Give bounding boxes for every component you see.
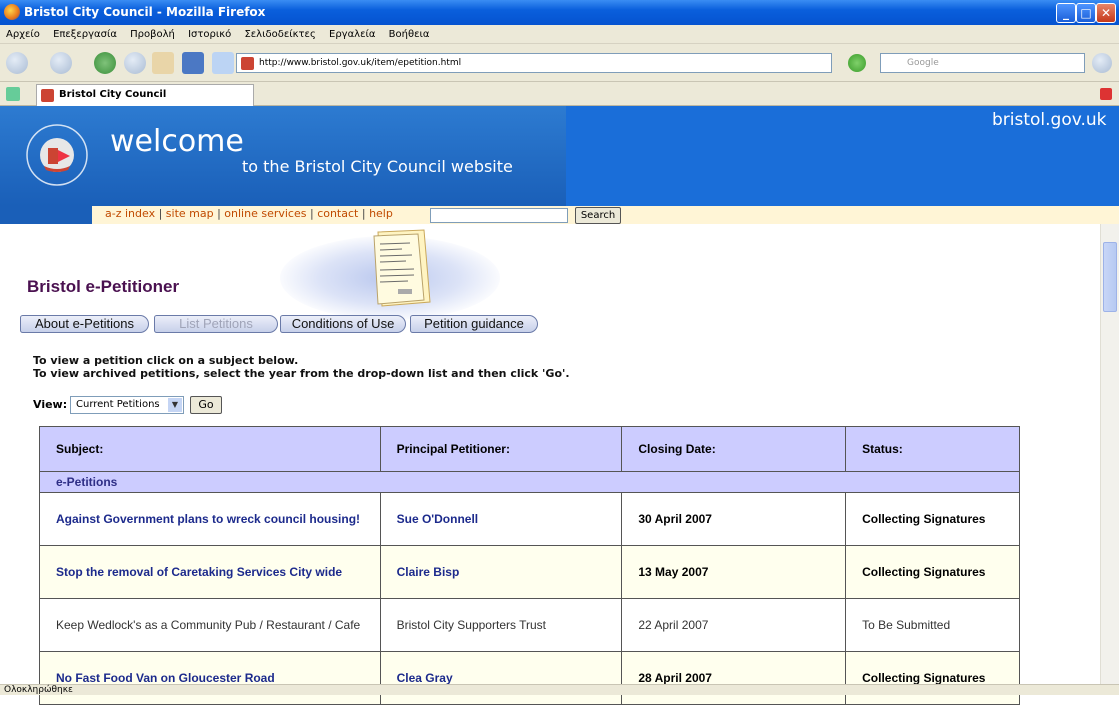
menu-tools[interactable]: Εργαλεία (329, 29, 375, 40)
row-petitioner-link[interactable]: Clea Gray (379, 651, 623, 705)
menu-view[interactable]: Προβολή (130, 29, 175, 40)
instruction-line-2: To view archived petitions, select the y… (33, 367, 570, 380)
new-tab-icon[interactable] (6, 87, 20, 101)
reload-icon[interactable] (94, 52, 116, 74)
instruction-line-1: To view a petition click on a subject be… (33, 354, 299, 367)
tab-petition-guidance[interactable]: Petition guidance (410, 315, 538, 333)
welcome-subtitle: to the Bristol City Council website (242, 157, 513, 176)
window-title-bar: Bristol City Council - Mozilla Firefox _… (0, 0, 1119, 25)
menu-edit[interactable]: Επεξεργασία (53, 29, 117, 40)
petitions-table: Subject: Principal Petitioner: Closing D… (39, 426, 1020, 705)
search-engine-box[interactable]: Google (880, 53, 1085, 73)
menu-help[interactable]: Βοήθεια (389, 29, 430, 40)
link-az-index[interactable]: a-z index (105, 207, 155, 220)
link-site-map[interactable]: site map (166, 207, 214, 220)
row-subject-link[interactable]: Stop the removal of Caretaking Services … (39, 545, 381, 599)
view-select[interactable]: Current Petitions ▼ (70, 396, 184, 414)
navigation-toolbar: http://www.bristol.gov.uk/item/epetition… (0, 44, 1119, 82)
bristol-crest-logo-icon (26, 124, 88, 186)
menu-bookmarks[interactable]: Σελιδοδείκτες (244, 29, 315, 40)
site-domain: bristol.gov.uk (992, 110, 1107, 130)
go-arrow-icon[interactable] (848, 54, 866, 72)
row-closing-date: 30 April 2007 (621, 492, 847, 546)
tab-title: Bristol City Council (59, 89, 167, 100)
maximize-button[interactable]: □ (1076, 3, 1096, 23)
site-search-button[interactable]: Search (575, 207, 621, 224)
header-status: Status: (845, 426, 1020, 472)
bookmark-folder-icon[interactable] (182, 52, 204, 74)
status-bar: Ολοκληρώθηκε (0, 684, 1119, 695)
scrollbar-thumb[interactable] (1103, 242, 1117, 312)
menu-bar: Αρχείο Επεξεργασία Προβολή Ιστορικό Σελι… (0, 25, 1119, 44)
row-subject-link[interactable]: No Fast Food Van on Gloucester Road (39, 651, 381, 705)
close-tab-icon[interactable] (1100, 88, 1112, 100)
go-button[interactable]: Go (190, 396, 222, 414)
link-help[interactable]: help (369, 207, 393, 220)
status-text: Ολοκληρώθηκε (4, 685, 73, 695)
forward-icon[interactable] (50, 52, 72, 74)
row-petitioner-link[interactable]: Bristol City Supporters Trust (379, 598, 623, 652)
quick-links: a-z index | site map | online services |… (105, 207, 393, 220)
row-status: Collecting Signatures (845, 651, 1020, 705)
tab-list-petitions[interactable]: List Petitions (154, 315, 278, 333)
table-row: Stop the removal of Caretaking Services … (39, 545, 1020, 599)
row-petitioner-link[interactable]: Sue O'Donnell (379, 492, 623, 546)
row-status: To Be Submitted (845, 598, 1020, 652)
url-bar[interactable]: http://www.bristol.gov.uk/item/epetition… (236, 53, 832, 73)
stop-icon[interactable] (124, 52, 146, 74)
minimize-button[interactable]: _ (1056, 3, 1076, 23)
page-title: Bristol e-Petitioner (27, 277, 180, 296)
site-favicon-icon (241, 57, 254, 70)
link-contact[interactable]: contact (317, 207, 358, 220)
instructions: To view a petition click on a subject be… (33, 354, 570, 380)
welcome-heading: welcome (110, 124, 244, 159)
row-status: Collecting Signatures (845, 492, 1020, 546)
link-online-services[interactable]: online services (224, 207, 306, 220)
browser-tab[interactable]: Bristol City Council (36, 84, 254, 106)
url-text: http://www.bristol.gov.uk/item/epetition… (259, 58, 462, 68)
table-group-row: e-Petitions (39, 471, 1020, 493)
view-label: View: (33, 398, 68, 411)
row-closing-date: 22 April 2007 (621, 598, 847, 652)
header-petitioner: Principal Petitioner: (379, 426, 623, 472)
group-label: e-Petitions (39, 471, 1020, 493)
window-title: Bristol City Council - Mozilla Firefox (24, 5, 266, 19)
row-subject-link[interactable]: Against Government plans to wreck counci… (39, 492, 381, 546)
row-status: Collecting Signatures (845, 545, 1020, 599)
vertical-scrollbar[interactable] (1100, 224, 1119, 684)
table-header-row: Subject: Principal Petitioner: Closing D… (39, 426, 1020, 472)
back-icon[interactable] (6, 52, 28, 74)
table-row: Against Government plans to wreck counci… (39, 492, 1020, 546)
row-closing-date: 28 April 2007 (621, 651, 847, 705)
close-window-button[interactable]: ✕ (1096, 3, 1116, 23)
table-row: No Fast Food Van on Gloucester Road Clea… (39, 651, 1020, 705)
page-icon[interactable] (212, 52, 234, 74)
menu-history[interactable]: Ιστορικό (188, 29, 231, 40)
menu-file[interactable]: Αρχείο (6, 29, 40, 40)
view-select-value: Current Petitions (76, 399, 160, 410)
site-search-input[interactable] (430, 208, 568, 223)
header-strip (0, 206, 92, 224)
tab-favicon-icon (41, 89, 54, 102)
header-closing-date: Closing Date: (621, 426, 847, 472)
search-magnifier-icon[interactable] (1092, 53, 1112, 73)
firefox-icon (4, 4, 20, 20)
tab-conditions-of-use[interactable]: Conditions of Use (280, 315, 406, 333)
search-engine-placeholder: Google (907, 58, 939, 68)
row-petitioner-link[interactable]: Claire Bisp (379, 545, 623, 599)
table-row: Keep Wedlock's as a Community Pub / Rest… (39, 598, 1020, 652)
home-icon[interactable] (152, 52, 174, 74)
row-subject-link[interactable]: Keep Wedlock's as a Community Pub / Rest… (39, 598, 381, 652)
petition-document-icon (373, 229, 431, 307)
header-subject: Subject: (39, 426, 381, 472)
tab-bar: Bristol City Council (0, 82, 1119, 106)
chevron-down-icon[interactable]: ▼ (168, 398, 182, 412)
row-closing-date: 13 May 2007 (621, 545, 847, 599)
tab-about-epetitions[interactable]: About e-Petitions (20, 315, 149, 333)
